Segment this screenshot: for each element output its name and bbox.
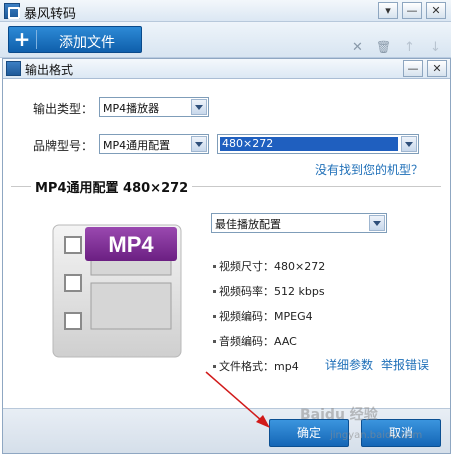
bullet-icon	[213, 290, 216, 293]
remove-icon[interactable]: ✕	[352, 40, 363, 55]
dialog-minimize-button[interactable]: —	[403, 60, 423, 77]
divider	[36, 30, 37, 49]
chevron-down-icon	[401, 136, 417, 152]
app-title: 暴风转码	[24, 7, 77, 22]
model-value: 480×272	[220, 137, 398, 151]
section-title: MP4通用配置 480×272	[31, 177, 193, 196]
app-titlebar: 暴风转码 ▾ — ✕	[0, 0, 451, 22]
delete-icon[interactable]: 🗑	[376, 40, 391, 54]
dialog-title: 输出格式	[25, 63, 74, 77]
bullet-icon	[213, 365, 216, 368]
spec-value: mp4	[274, 360, 299, 373]
report-error-link[interactable]: 举报错误	[381, 356, 429, 373]
no-model-link[interactable]: 没有找到您的机型？	[315, 161, 423, 178]
spec-value: MPEG4	[274, 310, 313, 323]
plus-icon: +	[13, 27, 31, 51]
model-select[interactable]: 480×272	[217, 134, 419, 154]
spec-label: 音频编码：	[219, 335, 274, 348]
format-badge: MP4	[108, 232, 154, 257]
spec-value: 480×272	[274, 260, 326, 273]
spec-video-codec: 视频编码：MPEG4	[219, 308, 313, 324]
brand-select[interactable]: MP4通用配置	[99, 134, 209, 154]
chevron-down-icon	[369, 215, 385, 231]
mp4-file-icon: MP4	[52, 224, 182, 358]
add-file-button[interactable]: + 添加文件	[8, 26, 142, 53]
move-up-icon[interactable]: ↑	[404, 40, 415, 55]
output-type-value: MP4播放器	[103, 102, 160, 115]
app-logo-icon	[4, 3, 20, 19]
details-link[interactable]: 详细参数	[325, 356, 373, 373]
dialog-titlebar: 输出格式 — ✕	[3, 59, 450, 79]
output-format-dialog: 输出格式 — ✕ 输出类型： MP4播放器 品牌型号： MP4通用配置 480×…	[2, 58, 451, 454]
bullet-icon	[213, 315, 216, 318]
brand-model-label: 品牌型号：	[33, 139, 94, 153]
spec-file-format: 文件格式：mp4	[219, 358, 299, 374]
dialog-close-button[interactable]: ✕	[427, 60, 447, 77]
spec-audio-codec: 音频编码：AAC	[219, 333, 297, 349]
chevron-down-icon	[191, 136, 207, 152]
add-file-label: 添加文件	[59, 35, 115, 51]
preset-value: 最佳播放配置	[215, 218, 281, 231]
spec-value: 512 kbps	[274, 285, 325, 298]
bullet-icon	[213, 340, 216, 343]
spec-label: 视频编码：	[219, 310, 274, 323]
preset-select[interactable]: 最佳播放配置	[211, 213, 387, 233]
watermark: Baidu 经验	[300, 407, 378, 423]
spec-value: AAC	[274, 335, 297, 348]
window-close-button[interactable]: ✕	[426, 2, 446, 19]
watermark-url: jingyan.baidu.com	[330, 430, 423, 441]
spec-label: 文件格式：	[219, 360, 274, 373]
bullet-icon	[213, 265, 216, 268]
spec-label: 视频尺寸：	[219, 260, 274, 273]
output-type-label: 输出类型：	[33, 102, 94, 116]
chevron-down-icon	[191, 99, 207, 115]
window-minimize-button[interactable]: —	[402, 2, 422, 19]
output-type-select[interactable]: MP4播放器	[99, 97, 209, 117]
spec-label: 视频码率：	[219, 285, 274, 298]
brand-value: MP4通用配置	[103, 139, 171, 152]
window-menu-button[interactable]: ▾	[378, 2, 398, 19]
spec-video-size: 视频尺寸：480×272	[219, 258, 325, 274]
dialog-logo-icon	[6, 61, 21, 76]
move-down-icon[interactable]: ↓	[430, 40, 441, 55]
spec-video-bitrate: 视频码率：512 kbps	[219, 283, 325, 299]
